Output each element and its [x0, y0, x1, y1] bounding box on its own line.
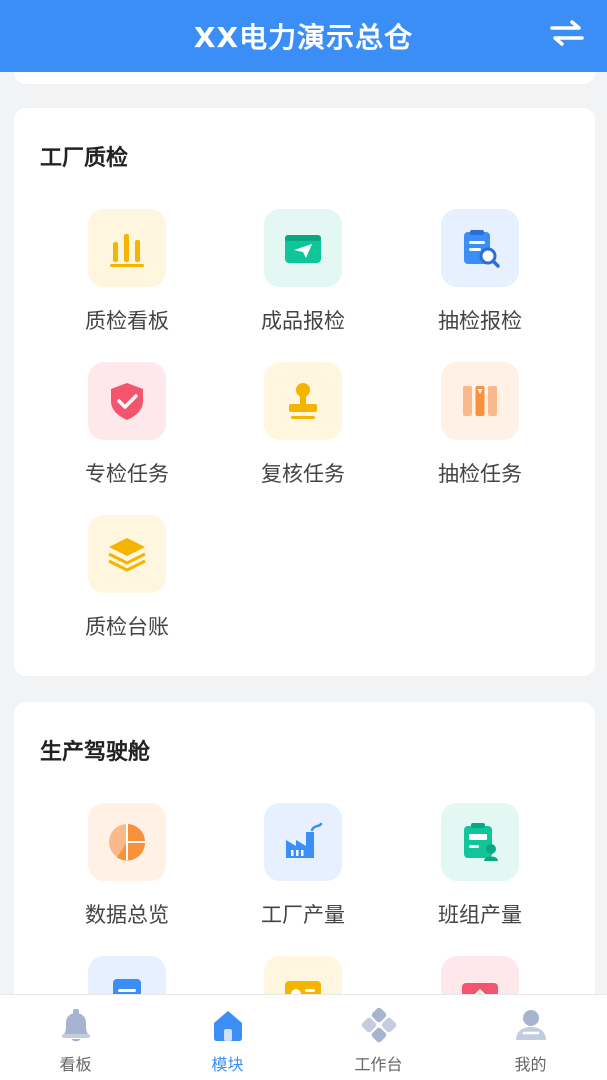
menu-item-sampling-task[interactable]: 抽检任务 [391, 362, 569, 502]
nav-label: 我的 [514, 1055, 547, 1074]
clover-icon [361, 1007, 396, 1043]
layers-icon [88, 515, 166, 593]
stamp-icon [264, 362, 342, 440]
nav-label: 工作台 [354, 1055, 403, 1074]
bottom-nav: 看板 模块 工作台 我的 [0, 994, 607, 1080]
nav-item-dashboard[interactable]: 看板 [0, 995, 151, 1080]
nav-label: 看板 [59, 1055, 92, 1074]
bell-icon [61, 1009, 90, 1042]
section-title: 生产驾驶舱 [40, 740, 151, 765]
menu-item-label: 质检台账 [85, 615, 169, 639]
menu-item-qc-ledger[interactable]: 质检台账 [38, 515, 216, 655]
page-title: XX电力演示总仓 [193, 21, 414, 54]
menu-item-finished-inspection[interactable]: 成品报检 [214, 209, 392, 349]
columns-icon [441, 362, 519, 440]
section-title: 工厂质检 [40, 146, 129, 171]
menu-item-label: 抽检报检 [438, 309, 522, 333]
kpi-badge-icon [441, 803, 519, 881]
menu-item-label: 工厂产量 [261, 903, 345, 927]
menu-item-sampling-inspection[interactable]: 抽检报检 [391, 209, 569, 349]
menu-item-data-overview[interactable]: 数据总览 [38, 803, 216, 943]
nav-item-profile[interactable]: 我的 [455, 995, 606, 1080]
menu-item-label: 成品报检 [261, 309, 345, 333]
home-icon [213, 1011, 242, 1041]
section-factory-qc: 工厂质检 质检看板 成品报检 抽检报检 专检任务 复核任务 抽检任务 质检台账 [14, 108, 595, 676]
menu-item-label: 抽检任务 [438, 462, 522, 486]
menu-item-special-task[interactable]: 专检任务 [38, 362, 216, 502]
nav-item-modules[interactable]: 模块 [152, 995, 303, 1080]
factory-icon [264, 803, 342, 881]
swap-arrows-icon[interactable] [549, 18, 585, 48]
menu-item-label: 专检任务 [85, 462, 169, 486]
menu-item-review-task[interactable]: 复核任务 [214, 362, 392, 502]
menu-item-label: 数据总览 [85, 903, 169, 927]
pie-chart-icon [88, 803, 166, 881]
nav-item-workbench[interactable]: 工作台 [303, 995, 454, 1080]
menu-item-qc-dashboard[interactable]: 质检看板 [38, 209, 216, 349]
top-card-edge [14, 72, 595, 84]
user-icon [515, 1010, 546, 1040]
bar-chart-icon [88, 209, 166, 287]
menu-item-team-output[interactable]: 班组产量 [391, 803, 569, 943]
app-header: XX电力演示总仓 [0, 0, 607, 72]
menu-item-factory-output[interactable]: 工厂产量 [214, 803, 392, 943]
menu-item-label: 复核任务 [261, 462, 345, 486]
clipboard-search-icon [441, 209, 519, 287]
menu-item-label: 班组产量 [438, 903, 522, 927]
shield-check-icon [88, 362, 166, 440]
section-production-cockpit: 生产驾驶舱 数据总览 工厂产量 班组产量 [14, 702, 595, 1032]
paper-plane-icon [264, 209, 342, 287]
nav-label: 模块 [211, 1055, 244, 1074]
menu-item-label: 质检看板 [85, 309, 169, 333]
